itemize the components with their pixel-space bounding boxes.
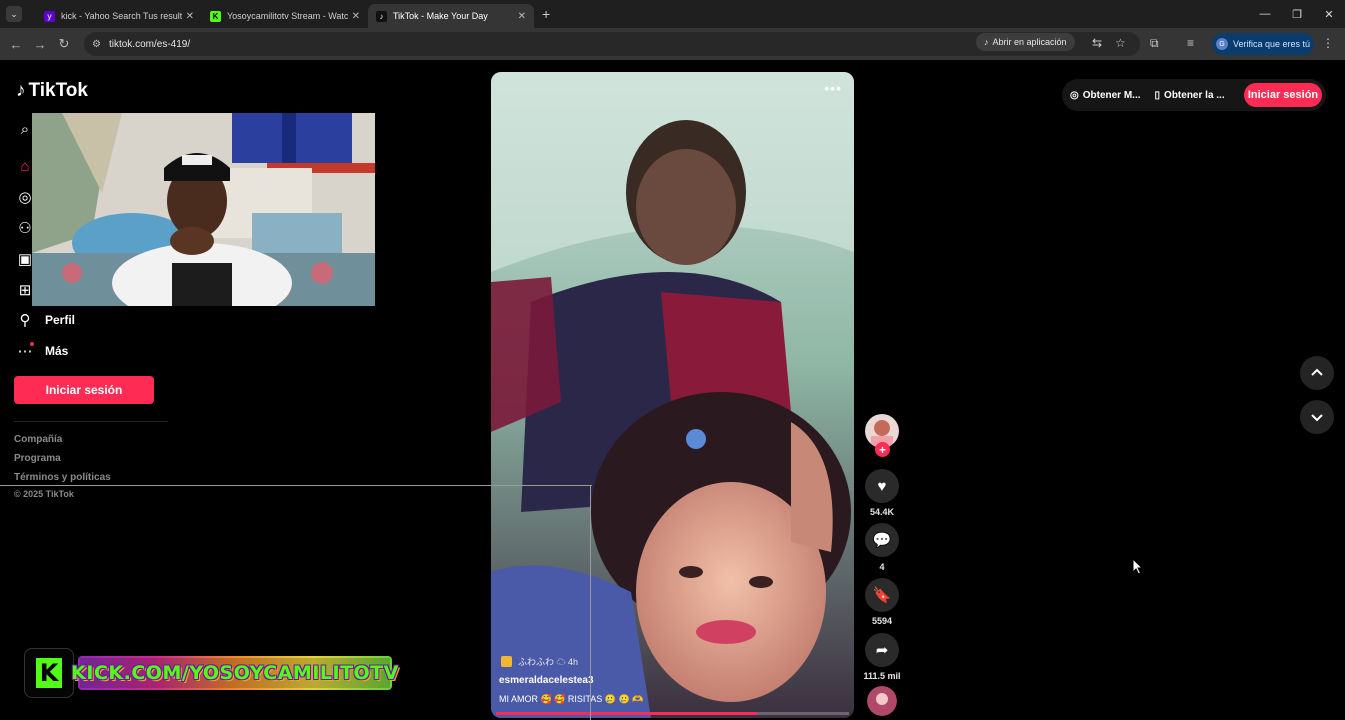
translate-icon[interactable]: ⇆ [1092,36,1102,50]
previous-video-button[interactable] [1300,356,1334,390]
like-count: 54.4K [869,507,895,517]
bookmark-icon: 🔖 [872,587,892,604]
new-tab-button[interactable]: + [542,6,550,22]
close-tab-icon[interactable]: ✕ [518,11,526,22]
open-in-app-button[interactable]: ♪ Abrir en aplicación [976,33,1075,51]
back-arrow-icon[interactable]: ← [4,37,28,52]
sound-chip-icon [501,656,512,667]
yahoo-icon: y [44,10,55,22]
copyright-text: © 2025 TikTok [14,489,74,499]
video-player[interactable]: ••• ふわふわ ☁ 4h esmeraldacelestea3 MI AMOR… [491,72,854,718]
tab-title: Yosoycamilitotv Stream - Watch [227,11,348,21]
close-window-icon[interactable]: ✕ [1313,8,1345,21]
notification-dot [30,342,34,346]
get-app-label: Obtener la ... [1164,89,1225,101]
comment-icon: 💬 [872,532,892,549]
kick-k-icon: K [36,658,62,688]
profile-avatar-icon: G [1216,38,1228,50]
tiktok-logo[interactable]: ♪ TikTok [16,80,88,102]
get-app-button[interactable]: ▯ Obtener la ... [1155,90,1225,101]
browser-menu-icon[interactable]: ⋮ [1322,36,1334,50]
tiktok-note-icon: ♪ [16,80,26,101]
save-button[interactable]: 🔖 [865,578,899,612]
video-progress-fill [496,712,758,715]
tab-search-button[interactable]: ⌄ [6,6,22,22]
save-count: 5594 [871,616,893,626]
browser-tab-kick[interactable]: K Yosoycamilitotv Stream - Watch ✕ [202,4,368,28]
tab-title: kick - Yahoo Search Tus resultados [61,11,182,21]
media-controls-icon[interactable]: ≡ [1187,36,1194,50]
mouse-cursor-icon [1132,558,1144,575]
overlay-divider-vertical [590,485,591,720]
video-author[interactable]: esmeraldacelestea3 [499,675,594,686]
extensions-icon[interactable]: ⧉ [1150,36,1159,51]
get-coins-button[interactable]: ◎ Obtener M... [1070,90,1141,101]
url-text: tiktok.com/es-419/ [108,38,191,50]
share-button[interactable]: ➦ [865,633,899,667]
kick-logo: K [24,648,74,698]
next-video-button[interactable] [1300,400,1334,434]
person-icon[interactable]: ⚲ [16,311,34,329]
tiktok-icon: ♪ [376,10,387,22]
sidebar-divider [14,421,168,422]
tiktok-icon: ♪ [984,37,989,47]
music-disc-icon[interactable] [867,686,897,716]
browser-toolbar: ← → ↻ ⚙ tiktok.com/es-419/ ♪ Abrir en ap… [0,28,1345,60]
video-caption: MI AMOR 🥰 🥰 RISITAS 🥲 🥲 🫶 [499,694,644,704]
overlay-divider-horizontal [0,485,592,486]
video-frame [491,72,854,718]
video-progress-bar[interactable] [496,712,849,715]
browser-tab-tiktok[interactable]: ♪ TikTok - Make Your Day ✕ [368,4,534,28]
window-controls: — ❐ ✕ [1249,0,1345,28]
streamer-webcam [32,113,375,306]
close-tab-icon[interactable]: ✕ [186,11,194,22]
top-login-button[interactable]: Iniciar sesión [1244,83,1322,107]
chevron-up-icon [1311,368,1323,376]
heart-icon: ♥ [877,477,887,495]
chevron-down-icon [1311,414,1323,422]
logo-text: TikTok [28,80,88,101]
footer-link-company[interactable]: Compañía [14,434,62,445]
browser-tab-strip: ⌄ y kick - Yahoo Search Tus resultados ✕… [0,0,1345,28]
like-button[interactable]: ♥ [865,469,899,503]
site-info-icon[interactable]: ⚙ [92,39,101,50]
sidebar-login-button[interactable]: Iniciar sesión [14,376,154,404]
browser-tab-yahoo[interactable]: y kick - Yahoo Search Tus resultados ✕ [36,4,202,28]
kick-icon: K [210,10,221,22]
sidebar-item-profile[interactable]: Perfil [45,313,75,327]
open-in-app-label: Abrir en aplicación [992,37,1067,47]
follow-plus-icon[interactable]: + [875,442,890,457]
reload-icon[interactable]: ↻ [52,36,76,52]
top-action-bar: ◎ Obtener M... ▯ Obtener la ... Iniciar … [1062,79,1326,111]
footer-link-program[interactable]: Programa [14,453,61,464]
close-tab-icon[interactable]: ✕ [352,11,360,22]
share-count: 111.5 mil [863,671,901,681]
phone-icon: ▯ [1154,89,1161,101]
minimize-icon[interactable]: — [1249,8,1281,20]
sidebar-item-more[interactable]: Más [45,344,68,358]
kick-banner-text: KICK.COM/YOSOYCAMILITOTV [71,658,398,688]
sound-tag-text: ふわふわ ☁ 4h [518,657,579,667]
kick-channel-banner: KICK.COM/YOSOYCAMILITOTV [71,656,398,690]
comment-button[interactable]: 💬 [865,523,899,557]
restore-icon[interactable]: ❐ [1281,8,1313,21]
video-more-options-icon[interactable]: ••• [824,80,842,96]
verify-profile-label: Verifica que eres tú [1233,39,1311,49]
get-coins-label: Obtener M... [1082,89,1141,101]
bookmark-star-icon[interactable]: ☆ [1115,36,1126,50]
tab-title: TikTok - Make Your Day [393,11,488,21]
comment-count: 4 [879,562,885,572]
forward-arrow-icon[interactable]: → [28,37,52,52]
share-arrow-icon: ➦ [875,642,889,659]
verify-profile-button[interactable]: G Verifica que eres tú [1212,33,1314,55]
coin-icon: ◎ [1070,89,1079,101]
footer-link-terms[interactable]: Términos y políticas [14,472,111,483]
sound-tag[interactable]: ふわふわ ☁ 4h [501,655,578,668]
